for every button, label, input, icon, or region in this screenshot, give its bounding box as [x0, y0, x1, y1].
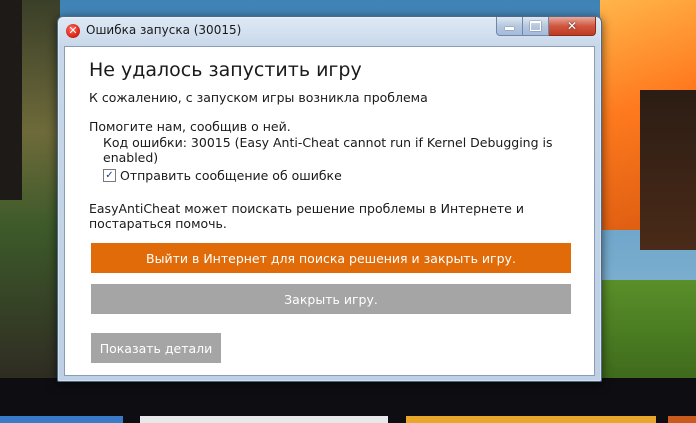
send-report-label: Отправить сообщение об ошибке: [120, 168, 342, 183]
close-icon: ✕: [566, 19, 578, 33]
show-details-button[interactable]: Показать детали: [91, 333, 221, 363]
checkmark-icon: ✓: [105, 170, 114, 181]
background-tile: [140, 416, 388, 423]
window-controls: ✕: [496, 17, 596, 37]
background-tile: [406, 416, 656, 423]
error-dialog-window: ✕ Ошибка запуска (30015) ✕ Не удалось за…: [57, 16, 602, 382]
error-icon: ✕: [66, 24, 80, 38]
send-report-checkbox[interactable]: ✓: [103, 169, 116, 182]
dialog-content: Не удалось запустить игру К сожалению, с…: [64, 46, 595, 376]
dialog-heading: Не удалось запустить игру: [89, 59, 362, 81]
background-right-scene: [640, 90, 696, 250]
close-button[interactable]: ✕: [549, 17, 596, 36]
background-tile: [668, 416, 696, 423]
background-left-panel: [0, 0, 22, 200]
maximize-button[interactable]: [523, 17, 549, 36]
search-note-text: EasyAntiCheat может поискать решение про…: [89, 201, 524, 231]
title-bar[interactable]: ✕ Ошибка запуска (30015) ✕: [58, 17, 601, 45]
background-tile: [0, 416, 123, 423]
minimize-button[interactable]: [496, 17, 523, 36]
close-game-button[interactable]: Закрыть игру.: [91, 284, 571, 314]
maximize-icon: [530, 21, 541, 31]
intro-text: К сожалению, с запуском игры возникла пр…: [89, 90, 428, 105]
search-online-button[interactable]: Выйти в Интернет для поиска решения и за…: [91, 243, 571, 273]
send-report-option[interactable]: ✓ Отправить сообщение об ошибке: [103, 168, 342, 183]
error-code-text: Код ошибки: 30015 (Easy Anti-Cheat canno…: [103, 135, 553, 165]
window-title: Ошибка запуска (30015): [86, 23, 242, 37]
minimize-icon: [505, 27, 514, 30]
help-prompt-text: Помогите нам, сообщив о ней.: [89, 119, 291, 134]
